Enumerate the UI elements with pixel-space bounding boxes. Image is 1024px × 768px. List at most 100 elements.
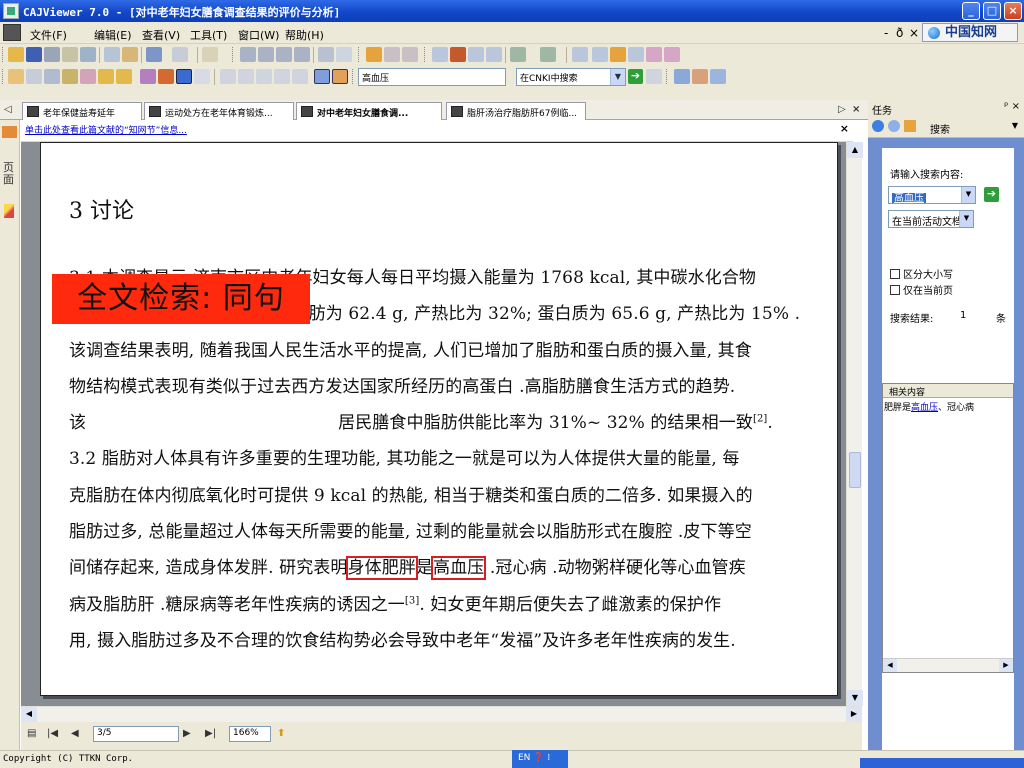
menu-edit[interactable]: 编辑(E) [94,27,132,43]
link-tool-icon[interactable] [274,69,290,84]
tab-close-icon[interactable]: × [852,104,860,115]
checkbox-box[interactable] [890,285,900,295]
actual-size-icon[interactable] [592,47,608,62]
tab-document-1[interactable]: 老年保健益寿延年 [22,102,142,120]
doc-minimize-button[interactable]: - [884,26,888,40]
minimize-button[interactable]: _ [962,2,980,20]
page-number-field[interactable]: 3/5 [93,726,179,742]
prev-page-nav-icon[interactable]: ◀ [71,728,79,739]
vertical-scrollbar[interactable]: ▲ ▼ [846,142,863,706]
back-arrow-icon[interactable] [872,120,884,132]
text-tool-icon[interactable] [44,69,60,84]
toolbar-grip[interactable] [2,69,5,84]
mail-icon[interactable] [80,47,96,62]
tab-scroll-right-icon[interactable]: ▷ [838,104,846,115]
doc-restore-button[interactable]: ð [896,26,903,40]
zoom-field[interactable]: 166% [229,726,271,742]
hand-icon[interactable] [8,69,24,84]
rectangle-tool-icon[interactable] [176,69,192,84]
task-pane-icon[interactable] [332,69,348,84]
next-page-nav-icon[interactable]: ▶ [183,728,191,739]
save-icon[interactable] [26,47,42,62]
paste-icon[interactable] [122,47,138,62]
pointer-icon[interactable] [26,69,42,84]
toolbar-grip[interactable] [358,47,361,62]
document-page[interactable]: 3 讨论 3.1 本调查显示,济南市区中老年妇女每人每日平均摄入能量为 1768… [40,142,838,696]
search-options-icon[interactable] [646,69,662,84]
forward-arrow-icon[interactable] [888,120,900,132]
scroll-up-icon[interactable]: ▲ [847,142,863,158]
pencil-tool-icon[interactable] [158,69,174,84]
citation-ref[interactable]: [2] [753,414,767,425]
scroll-right-icon[interactable]: ▶ [846,707,862,722]
properties-icon[interactable] [202,47,218,62]
search-scope-select[interactable]: 在当前活动文档 ▼ [888,210,974,228]
cnki-search-icon[interactable] [674,69,690,84]
search-scope-combo[interactable]: 在CNKI中搜索 ▼ [516,68,626,86]
page-side-tab[interactable]: 页面 [3,162,17,186]
open-icon[interactable] [8,47,24,62]
toolbar-grip[interactable] [424,47,427,62]
search-query-combo[interactable]: 高血压 ▼ [888,186,976,204]
chevron-down-icon[interactable]: ▼ [1012,121,1018,130]
app-icon[interactable] [3,3,19,19]
search-term-combo[interactable]: 高血压 [358,68,506,86]
pen-icon[interactable] [4,204,14,218]
knowledge-node-link[interactable]: 单击此处查看此篇文献的“知网节”信息... [25,123,187,136]
close-button[interactable]: × [1004,2,1022,20]
rotate-right-icon[interactable] [540,47,556,62]
scroll-thumb[interactable] [849,452,861,488]
zoom-in-icon[interactable] [646,47,662,62]
facing-page-icon[interactable] [468,47,484,62]
forward-icon[interactable] [336,47,352,62]
fit-page-icon[interactable] [572,47,588,62]
ocr-icon[interactable] [80,69,96,84]
task-pane-section[interactable]: 搜索 [930,121,950,136]
chevron-down-icon[interactable]: ▼ [610,69,625,85]
ellipse-tool-icon[interactable] [194,69,210,84]
tab-scroll-left-icon[interactable]: ◁ [4,104,12,115]
info-bar-close-icon[interactable]: × [840,122,849,135]
redo-icon[interactable] [172,47,188,62]
print-icon[interactable] [44,47,60,62]
last-page-icon[interactable] [294,47,310,62]
toolbar-grip[interactable] [2,47,5,62]
related-match-link[interactable]: 高血压 [911,403,938,413]
back-icon[interactable] [318,47,334,62]
home-icon[interactable] [904,120,916,132]
ime-indicator[interactable]: EN ❓ ⁞ [512,750,568,768]
rotate-icon[interactable] [510,47,526,62]
horizontal-scrollbar[interactable]: ◀ ▶ [21,706,862,722]
snapshot-icon[interactable] [402,47,418,62]
toolbar-grip[interactable] [352,69,355,84]
underline-icon[interactable] [116,69,132,84]
undo-icon[interactable] [146,47,162,62]
search-go-icon[interactable]: ➔ [628,69,643,84]
zoom-arrow-icon[interactable]: ⬆ [277,728,285,739]
chevron-down-icon[interactable]: ▼ [961,187,975,203]
note-icon[interactable] [256,69,272,84]
tab-document-3-active[interactable]: 对中老年妇女膳食调... [296,102,442,120]
toolbar-grip[interactable] [232,47,235,62]
current-page-only-checkbox[interactable]: 仅在当前页 [890,282,953,297]
search-highlight-match[interactable]: 高血压 [431,556,487,581]
chevron-down-icon[interactable]: ▼ [959,211,973,227]
task-pane-pin-close-icon[interactable]: ᵖ × [1004,101,1020,112]
citation-ref[interactable]: [3] [405,595,419,606]
page-layout-icon[interactable]: ▤ [27,728,36,739]
first-page-icon[interactable] [240,47,256,62]
scroll-right-icon[interactable]: ▶ [999,659,1013,672]
select-text-icon[interactable] [366,47,382,62]
first-page-nav-icon[interactable]: |◀ [47,728,58,739]
tab-document-4[interactable]: 脂肝汤治疗脂肪肝67例临... [446,102,586,120]
menu-view[interactable]: 查看(V) [142,27,180,43]
continuous-page-icon[interactable] [450,47,466,62]
bookmark-icon[interactable] [2,126,17,138]
bookmark-tool-icon[interactable] [292,69,308,84]
document-menu-icon[interactable] [3,24,21,41]
scroll-left-icon[interactable]: ◀ [883,659,897,672]
highlight-icon[interactable] [98,69,114,84]
print-preview-icon[interactable] [62,47,78,62]
related-horizontal-scrollbar[interactable]: ◀ ▶ [883,658,1013,672]
related-content-item[interactable]: 肥胖是高血压、冠心病 [883,398,1013,415]
